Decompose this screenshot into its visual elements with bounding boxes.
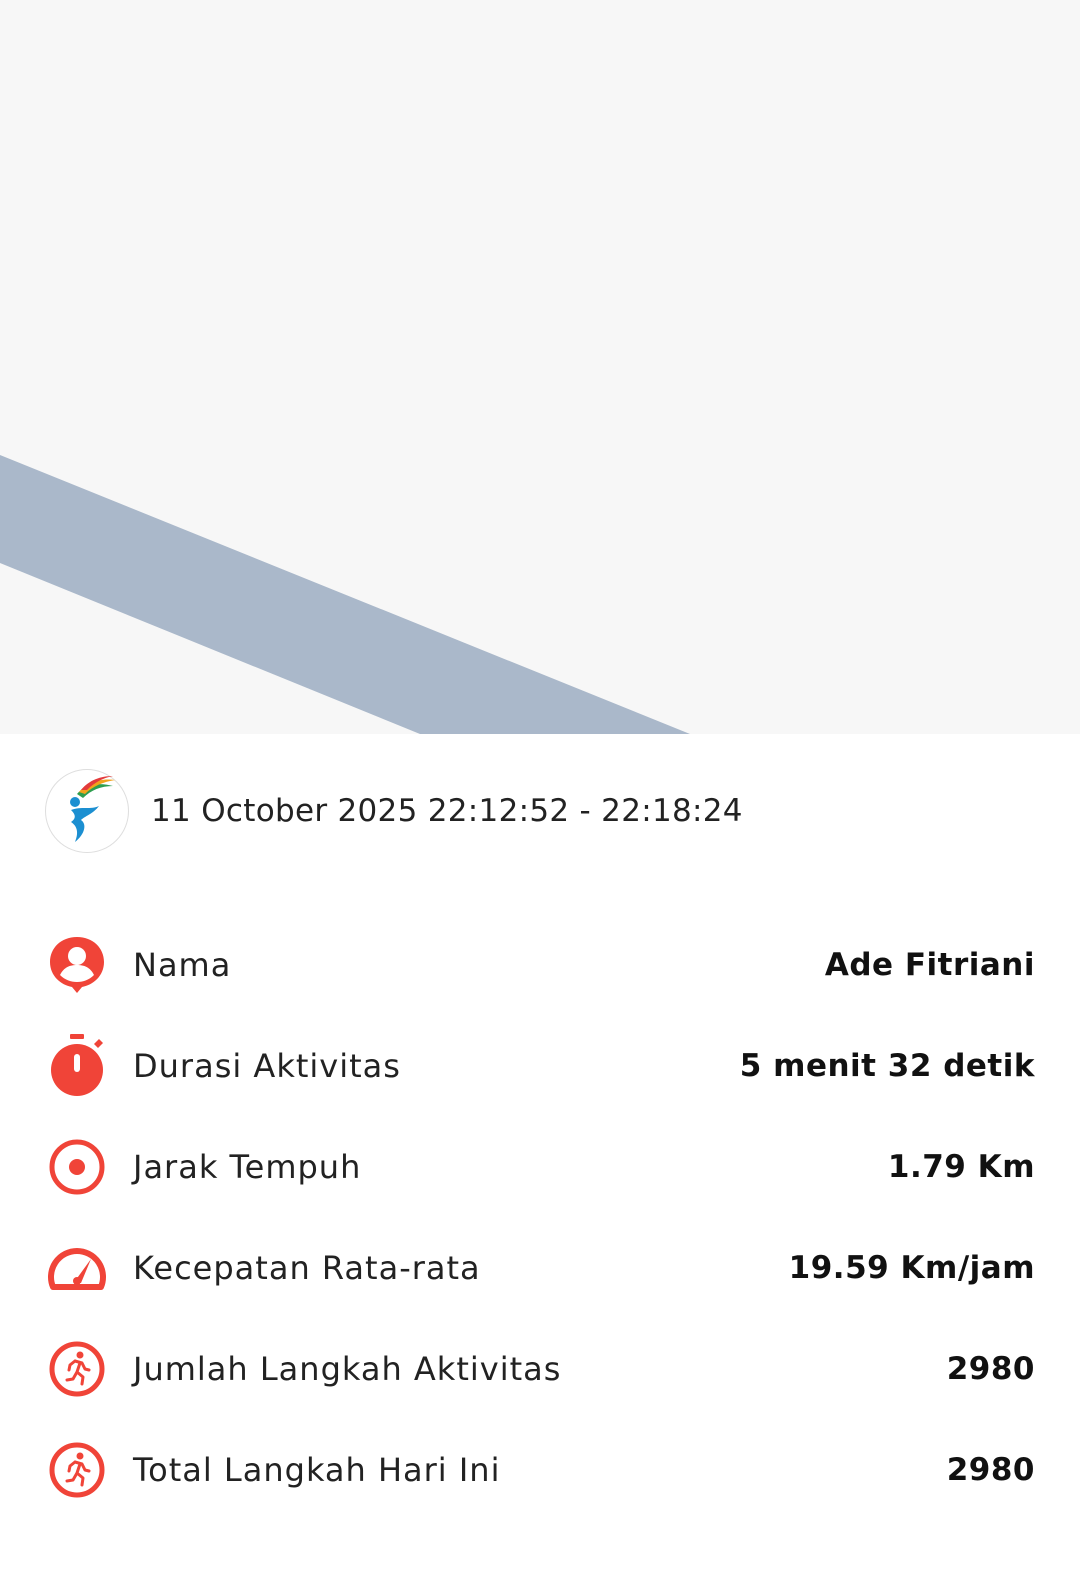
- stopwatch-icon: [45, 1033, 109, 1098]
- stat-row-nama: Nama Ade Fitriani: [45, 914, 1035, 1015]
- speedometer-icon: [45, 1236, 109, 1300]
- map-canvas: [0, 455, 690, 734]
- stats-list: Nama Ade Fitriani Durasi Aktivitas 5 men…: [45, 914, 1035, 1520]
- stat-value: 5 menit 32 detik: [739, 1047, 1035, 1084]
- activity-datetime: 11 October 2025 22:12:52 - 22:18:24: [151, 793, 743, 829]
- target-icon: [45, 1135, 109, 1199]
- stat-row-jarak: Jarak Tempuh 1.79 Km: [45, 1116, 1035, 1217]
- stat-label: Kecepatan Rata-rata: [133, 1248, 481, 1287]
- map-road: [0, 455, 690, 734]
- person-pin-icon: [45, 933, 109, 997]
- stat-label: Nama: [133, 945, 232, 984]
- stat-row-durasi: Durasi Aktivitas 5 menit 32 detik: [45, 1015, 1035, 1116]
- stat-label: Jarak Tempuh: [133, 1147, 362, 1186]
- running-icon: [45, 1337, 109, 1401]
- activity-header: 11 October 2025 22:12:52 - 22:18:24: [45, 769, 743, 853]
- stat-value: 19.59 Km/jam: [788, 1249, 1035, 1286]
- stat-label: Durasi Aktivitas: [133, 1046, 401, 1085]
- stat-row-total-langkah: Total Langkah Hari Ini 2980: [45, 1419, 1035, 1520]
- stat-label: Jumlah Langkah Aktivitas: [133, 1349, 562, 1388]
- running-icon: [45, 1438, 109, 1502]
- activity-summary-sheet: 11 October 2025 22:12:52 - 22:18:24 Nama…: [0, 734, 1080, 1596]
- stat-value: 2980: [946, 1451, 1035, 1488]
- activity-result-screen: 11 October 2025 22:12:52 - 22:18:24 Nama…: [0, 0, 1080, 1596]
- stat-value: 2980: [946, 1350, 1035, 1387]
- stat-label: Total Langkah Hari Ini: [133, 1450, 501, 1489]
- route-map[interactable]: [0, 0, 1080, 734]
- stat-value: 1.79 Km: [887, 1148, 1035, 1185]
- stat-row-kecepatan: Kecepatan Rata-rata 19.59 Km/jam: [45, 1217, 1035, 1318]
- stat-value: Ade Fitriani: [824, 946, 1035, 983]
- app-logo: [45, 769, 129, 853]
- stat-row-langkah-aktivitas: Jumlah Langkah Aktivitas 2980: [45, 1318, 1035, 1419]
